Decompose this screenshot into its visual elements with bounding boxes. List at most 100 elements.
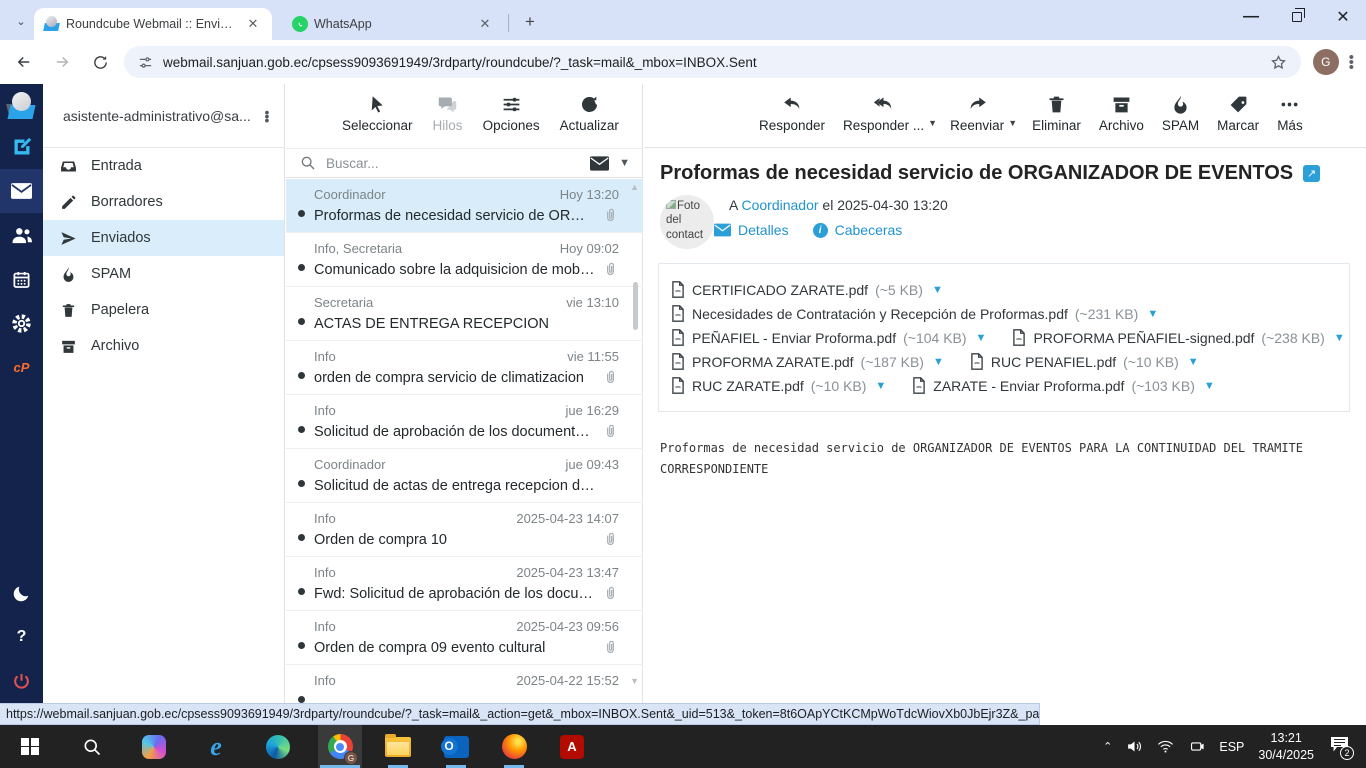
outlook-icon[interactable] [434, 725, 478, 768]
window-close-button[interactable]: ✕ [1320, 0, 1366, 34]
tab-close-icon[interactable]: ✕ [476, 15, 494, 33]
help-button[interactable]: ? [0, 615, 43, 659]
more-button[interactable]: Más [1270, 94, 1310, 133]
forward-dropdown-icon[interactable]: ▼ [1008, 118, 1017, 128]
recipient-link[interactable]: Coordinador [741, 197, 818, 213]
mark-button[interactable]: Marcar [1210, 94, 1266, 133]
address-bar[interactable]: webmail.sanjuan.gob.ec/cpsess9093691949/… [124, 46, 1301, 78]
reload-button[interactable] [86, 48, 114, 76]
attachment-dropdown-icon[interactable]: ▼ [1204, 380, 1215, 392]
folder-item[interactable]: SPAM [43, 256, 284, 292]
message-row[interactable]: Info jue 16:29 Solicitud de aprobación d… [286, 395, 643, 449]
message-row[interactable]: Info 2025-04-23 14:07 Orden de compra 10 [286, 503, 643, 557]
language-indicator[interactable]: ESP [1219, 740, 1244, 754]
attachment-item[interactable]: Necesidades de Contratación y Recepción … [671, 305, 1158, 322]
attachment-item[interactable]: ZARATE - Enviar Proforma.pdf (~103 KB) ▼ [912, 377, 1214, 394]
cpanel-link[interactable]: cP [0, 345, 43, 389]
refresh-button[interactable]: Actualizar [554, 94, 625, 133]
message-row[interactable]: Info 2025-04-23 09:56 Orden de compra 09… [286, 611, 643, 665]
details-link[interactable]: Detalles [714, 222, 789, 238]
message-row[interactable]: Coordinador Hoy 13:20 Proformas de neces… [286, 179, 643, 233]
bookmark-star-icon[interactable] [1270, 54, 1287, 71]
url-text[interactable]: webmail.sanjuan.gob.ec/cpsess9093691949/… [163, 55, 757, 70]
attachment-dropdown-icon[interactable]: ▼ [976, 332, 987, 344]
select-button[interactable]: Seleccionar [336, 94, 419, 133]
settings-nav-button[interactable] [0, 301, 43, 345]
firefox-icon[interactable] [492, 725, 536, 768]
headers-link[interactable]: i Cabeceras [813, 222, 903, 238]
tab-whatsapp[interactable]: WhatsApp ✕ [282, 8, 504, 40]
attachment-item[interactable]: PEÑAFIEL - Enviar Proforma.pdf (~104 KB)… [671, 329, 986, 346]
message-row[interactable]: Info 2025-04-22 15:52 [286, 665, 643, 703]
browser-menu-icon[interactable]: ••• [1349, 55, 1354, 70]
copilot-icon[interactable] [132, 725, 176, 768]
internet-explorer-icon[interactable]: e [194, 725, 238, 768]
compose-button[interactable] [0, 125, 43, 169]
attachment-dropdown-icon[interactable]: ▼ [875, 380, 886, 392]
archive-button[interactable]: Archivo [1092, 94, 1151, 133]
attachment-dropdown-icon[interactable]: ▼ [1147, 308, 1158, 320]
site-settings-icon[interactable] [138, 55, 153, 70]
window-restore-button[interactable] [1274, 0, 1320, 34]
folder-item[interactable]: Enviados [43, 220, 284, 256]
taskbar-search-icon[interactable] [70, 725, 114, 768]
forward-button[interactable]: Reenviar ▼ [943, 94, 1011, 133]
search-options-chevron-icon[interactable]: ▼ [619, 157, 630, 169]
attachment-dropdown-icon[interactable]: ▼ [1188, 356, 1199, 368]
new-tab-button[interactable]: + [518, 10, 542, 34]
logout-button[interactable] [0, 659, 43, 703]
tab-roundcube[interactable]: Roundcube Webmail :: Enviados ✕ [34, 8, 272, 40]
meet-now-icon[interactable] [1188, 738, 1205, 755]
acrobat-icon[interactable]: A [550, 725, 594, 768]
reply-all-dropdown-icon[interactable]: ▼ [928, 118, 937, 128]
volume-icon[interactable] [1126, 738, 1143, 755]
folder-item[interactable]: Entrada [43, 148, 284, 184]
start-button[interactable] [8, 725, 52, 768]
attachment-item[interactable]: PROFORMA PEÑAFIEL-signed.pdf (~238 KB) ▼ [1012, 329, 1344, 346]
search-bar[interactable]: Buscar... ▼ [286, 148, 642, 178]
folder-item[interactable]: Archivo [43, 328, 284, 364]
reply-all-button[interactable]: Responder ... ▼ [836, 94, 931, 133]
open-in-new-window-icon[interactable]: ↗ [1303, 165, 1320, 182]
message-row[interactable]: Info 2025-04-23 13:47 Fwd: Solicitud de … [286, 557, 643, 611]
tray-expand-icon[interactable]: ⌃ [1103, 740, 1112, 753]
chrome-icon[interactable]: G [318, 725, 362, 768]
attachment-dropdown-icon[interactable]: ▼ [1334, 332, 1345, 344]
delete-button[interactable]: Eliminar [1025, 94, 1088, 133]
list-scroll-down-icon[interactable]: ▼ [630, 676, 639, 686]
message-row[interactable]: Info, Secretaria Hoy 09:02 Comunicado so… [286, 233, 643, 287]
forward-button[interactable] [48, 48, 76, 76]
message-row[interactable]: Coordinador jue 09:43 Solicitud de actas… [286, 449, 643, 503]
wifi-icon[interactable] [1157, 738, 1174, 755]
folder-item[interactable]: Papelera [43, 292, 284, 328]
spam-button[interactable]: SPAM [1155, 94, 1206, 133]
tab-search-chevron-icon[interactable]: ⌄ [8, 10, 34, 32]
clock[interactable]: 13:2130/4/2025 [1258, 730, 1314, 764]
threads-button[interactable]: Hilos [427, 94, 469, 133]
search-input[interactable]: Buscar... [326, 156, 580, 171]
dark-mode-button[interactable] [0, 571, 43, 615]
attachment-item[interactable]: PROFORMA ZARATE.pdf (~187 KB) ▼ [671, 353, 944, 370]
list-scroll-up-icon[interactable]: ▲ [630, 182, 639, 192]
message-row[interactable]: Info vie 11:55 orden de compra servicio … [286, 341, 643, 395]
folder-item[interactable]: Borradores [43, 184, 284, 220]
edge-icon[interactable] [256, 725, 300, 768]
tab-close-icon[interactable]: ✕ [244, 15, 262, 33]
file-explorer-icon[interactable] [376, 725, 420, 768]
contacts-nav-button[interactable] [0, 213, 43, 257]
notification-center-icon[interactable]: 2 [1328, 737, 1352, 757]
reply-button[interactable]: Responder [752, 94, 832, 133]
attachment-item[interactable]: RUC PENAFIEL.pdf (~10 KB) ▼ [970, 353, 1199, 370]
attachment-item[interactable]: CERTIFICADO ZARATE.pdf (~5 KB) ▼ [671, 281, 943, 298]
attachment-dropdown-icon[interactable]: ▼ [932, 284, 943, 296]
attachment-item[interactable]: RUC ZARATE.pdf (~10 KB) ▼ [671, 377, 886, 394]
calendar-nav-button[interactable] [0, 257, 43, 301]
list-scrollbar-thumb[interactable] [633, 282, 638, 330]
mail-nav-button[interactable] [0, 169, 43, 213]
back-button[interactable] [10, 48, 38, 76]
profile-avatar[interactable]: G [1313, 49, 1339, 75]
attachment-dropdown-icon[interactable]: ▼ [933, 356, 944, 368]
window-minimize-button[interactable]: — [1228, 0, 1274, 34]
message-row[interactable]: Secretaria vie 13:10 ACTAS DE ENTREGA RE… [286, 287, 643, 341]
account-menu-icon[interactable]: ••• [260, 110, 274, 122]
